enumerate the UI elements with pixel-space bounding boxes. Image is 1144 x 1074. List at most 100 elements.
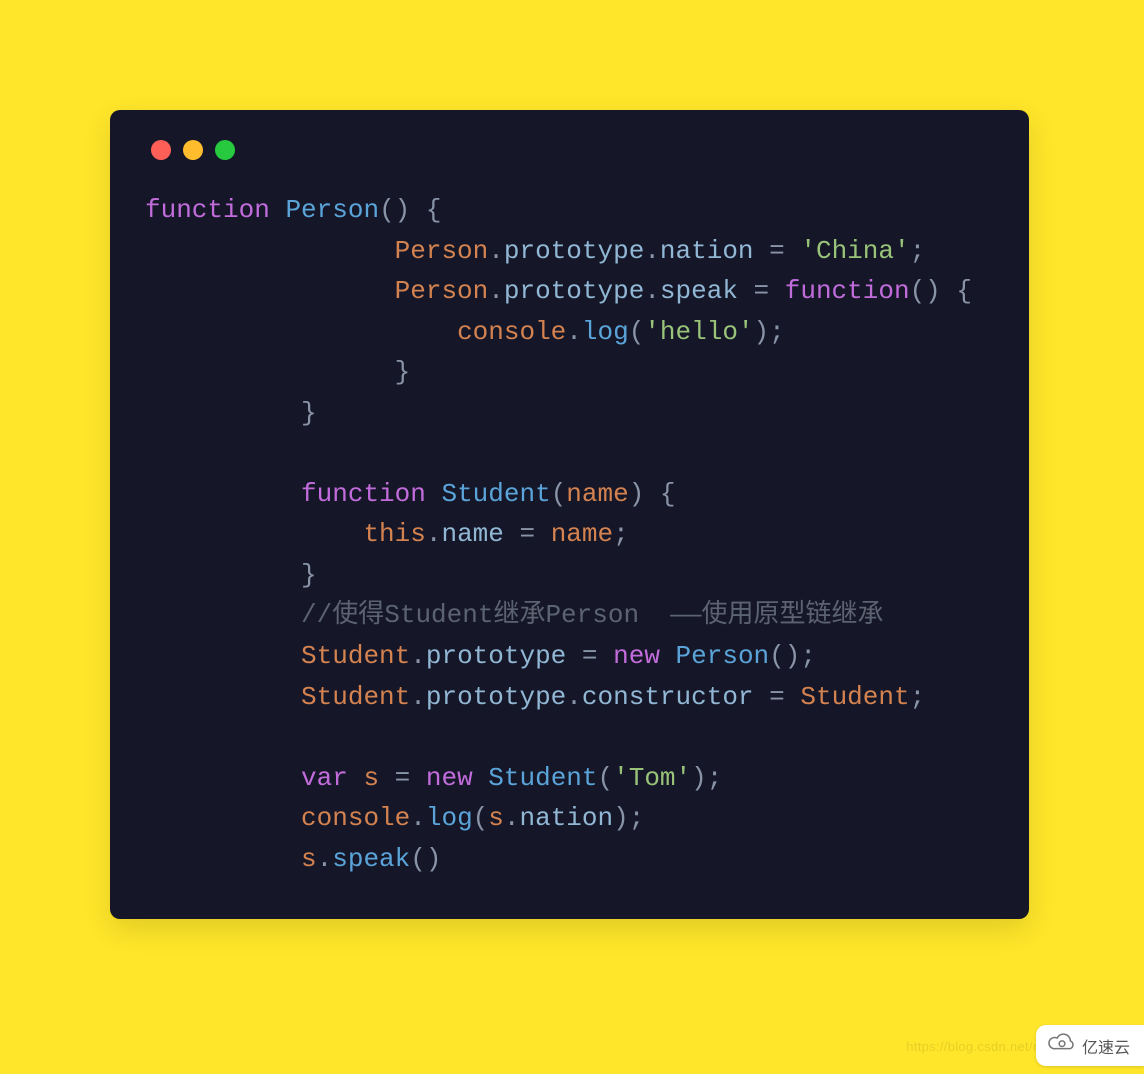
- code-token: [145, 763, 301, 793]
- code-token: [145, 236, 395, 266]
- code-token: ();: [769, 641, 816, 671]
- cloud-icon: [1048, 1033, 1076, 1058]
- code-token: [473, 763, 489, 793]
- code-token: .: [410, 641, 426, 671]
- code-token: this: [363, 519, 425, 549]
- code-token: .: [644, 276, 660, 306]
- code-token: [348, 763, 364, 793]
- code-token: Person: [285, 195, 379, 225]
- code-token: speak: [660, 276, 738, 306]
- code-token: prototype: [504, 276, 644, 306]
- code-token: //使得Student继承Person ——使用原型链继承: [301, 600, 883, 630]
- code-token: () {: [379, 195, 441, 225]
- code-token: [145, 317, 457, 347]
- code-token: [145, 276, 395, 306]
- code-token: =: [754, 682, 801, 712]
- code-token: function: [145, 195, 270, 225]
- watermark-text: https://blog.csdn.net/m: [906, 1039, 1044, 1054]
- code-token: var: [301, 763, 348, 793]
- badge-label: 亿速云: [1082, 1034, 1130, 1058]
- code-token: Student: [301, 641, 410, 671]
- code-token: nation: [660, 236, 754, 266]
- code-token: new: [426, 763, 473, 793]
- code-token: ) {: [629, 479, 676, 509]
- code-token: (: [629, 317, 645, 347]
- code-token: Person: [676, 641, 770, 671]
- code-token: Student: [301, 682, 410, 712]
- code-token: .: [566, 317, 582, 347]
- code-token: =: [504, 519, 551, 549]
- code-token: =: [738, 276, 785, 306]
- code-token: console: [457, 317, 566, 347]
- code-token: prototype: [426, 641, 566, 671]
- code-token: );: [691, 763, 722, 793]
- traffic-lights: [151, 140, 994, 160]
- code-token: .: [410, 803, 426, 833]
- code-token: 'China': [800, 236, 909, 266]
- code-token: s: [488, 803, 504, 833]
- code-token: prototype: [426, 682, 566, 712]
- code-token: );: [754, 317, 785, 347]
- code-token: [145, 803, 301, 833]
- zoom-icon[interactable]: [215, 140, 235, 160]
- code-token: 'Tom': [613, 763, 691, 793]
- code-token: .: [410, 682, 426, 712]
- minimize-icon[interactable]: [183, 140, 203, 160]
- code-token: prototype: [504, 236, 644, 266]
- code-token: s: [301, 844, 317, 874]
- code-token: }: [145, 357, 410, 387]
- provider-badge: 亿速云: [1036, 1025, 1144, 1066]
- code-token: speak: [332, 844, 410, 874]
- code-token: constructor: [582, 682, 754, 712]
- code-token: [145, 682, 301, 712]
- code-token: name: [551, 519, 613, 549]
- close-icon[interactable]: [151, 140, 171, 160]
- code-token: }: [145, 398, 317, 428]
- code-token: }: [145, 560, 317, 590]
- code-token: Student: [488, 763, 597, 793]
- code-token: .: [488, 236, 504, 266]
- code-token: Student: [800, 682, 909, 712]
- code-token: log: [426, 803, 473, 833]
- code-block: function Person() { Person.prototype.nat…: [145, 190, 994, 879]
- code-token: .: [488, 276, 504, 306]
- code-window: function Person() { Person.prototype.nat…: [110, 110, 1029, 919]
- code-token: ;: [910, 236, 926, 266]
- code-token: ;: [613, 519, 629, 549]
- code-token: log: [582, 317, 629, 347]
- code-token: .: [426, 519, 442, 549]
- code-token: [145, 600, 301, 630]
- code-token: (): [410, 844, 441, 874]
- code-token: Student: [441, 479, 550, 509]
- code-token: (: [551, 479, 567, 509]
- code-token: [270, 195, 286, 225]
- code-token: 'hello': [644, 317, 753, 347]
- code-token: function: [301, 479, 426, 509]
- code-token: ;: [910, 682, 926, 712]
- code-token: name: [441, 519, 503, 549]
- code-token: console: [301, 803, 410, 833]
- code-token: nation: [520, 803, 614, 833]
- code-token: [145, 519, 363, 549]
- code-token: Person: [395, 276, 489, 306]
- code-token: [426, 479, 442, 509]
- code-token: () {: [910, 276, 972, 306]
- code-token: =: [379, 763, 426, 793]
- code-token: s: [363, 763, 379, 793]
- code-token: =: [754, 236, 801, 266]
- code-token: .: [317, 844, 333, 874]
- code-token: function: [785, 276, 910, 306]
- code-token: (: [473, 803, 489, 833]
- code-token: [660, 641, 676, 671]
- code-token: [145, 641, 301, 671]
- code-token: (: [598, 763, 614, 793]
- code-token: =: [566, 641, 613, 671]
- code-token: .: [566, 682, 582, 712]
- code-token: .: [504, 803, 520, 833]
- code-token: [145, 844, 301, 874]
- code-token: name: [566, 479, 628, 509]
- code-token: .: [644, 236, 660, 266]
- code-token: new: [613, 641, 660, 671]
- code-token: [145, 479, 301, 509]
- code-token: Person: [395, 236, 489, 266]
